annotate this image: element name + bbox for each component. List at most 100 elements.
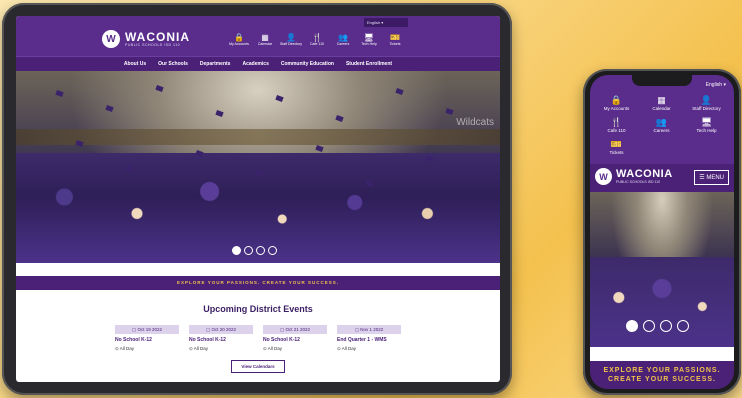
event-time-text: All Day — [193, 346, 209, 351]
district-logo[interactable]: W WACONIA PUBLIC SCHOOLS ISD 110 — [102, 30, 190, 48]
phone-logo-subtitle: PUBLIC SCHOOLS ISD 110 — [616, 180, 661, 184]
main-nav: About Us Our Schools Departments Academics C… — [16, 56, 500, 71]
quick-link-staff-directory[interactable]: 👤 Staff Directory — [278, 33, 304, 46]
phone-slide-dot-3[interactable] — [660, 320, 672, 332]
phone-quick-link-tickets[interactable]: 🎫 Tickets — [594, 139, 639, 161]
slide-dot-3[interactable] — [256, 246, 265, 255]
nav-item-student-enrollment[interactable]: Student Enrollment — [346, 61, 392, 67]
phone-quick-link-cafe-110[interactable]: 🍴 Cafe 110 — [594, 117, 639, 139]
phone-quick-link-label: Tech Help — [696, 128, 717, 133]
event-name[interactable]: End Quarter 1 - WMS — [337, 337, 401, 343]
site-header: English ▾ W WACONIA PUBLIC SCHOOLS ISD 1… — [16, 16, 500, 56]
logo-name: WACONIA — [125, 30, 190, 44]
menu-button[interactable]: ☰ MENU — [694, 170, 729, 185]
language-selector[interactable]: English ▾ — [364, 18, 408, 27]
person-icon: 👤 — [700, 95, 713, 105]
events-title: Upcoming District Events — [203, 304, 313, 314]
nav-item-community-education[interactable]: Community Education — [281, 61, 334, 67]
phone-divider — [590, 347, 734, 361]
event-name[interactable]: No School K-12 — [263, 337, 327, 343]
phone-slide-dots — [626, 320, 689, 332]
phone-quick-link-label: Cafe 110 — [607, 128, 626, 133]
people-plus-icon: 👥 — [655, 117, 668, 127]
event-name[interactable]: No School K-12 — [115, 337, 179, 343]
nav-item-academics[interactable]: Academics — [242, 61, 268, 67]
graduation-cap-icon — [75, 139, 84, 148]
people-plus-icon: 👥 — [338, 33, 348, 42]
slide-dot-1[interactable] — [232, 246, 241, 255]
phone-quick-link-careers[interactable]: 👥 Careers — [639, 117, 684, 139]
monitor-icon: 🖥 — [700, 117, 713, 127]
slide-dot-4[interactable] — [268, 246, 277, 255]
ticket-icon: 🎫 — [390, 33, 400, 42]
view-calendars-button[interactable]: View Calendars — [231, 360, 285, 373]
lock-icon: 🔒 — [234, 33, 244, 42]
phone-quick-links: 🔒 My Accounts ▦ Calendar 👤 Staff Directory 🍴 Ca… — [594, 95, 730, 161]
graduation-cap-icon — [215, 109, 224, 118]
phone-hero-graduates — [590, 257, 734, 347]
event-item[interactable]: ▢ Oct 20 2022 No School K-12 ⊙ All Day — [189, 325, 253, 352]
quick-link-label: Staff Directory — [279, 42, 303, 46]
tablet-device: English ▾ W WACONIA PUBLIC SCHOOLS ISD 1… — [2, 3, 512, 395]
phone-quick-link-calendar[interactable]: ▦ Calendar — [639, 95, 684, 117]
phone-tagline-line-2: CREATE YOUR SUCCESS. — [607, 376, 717, 383]
graduation-cap-icon — [315, 144, 324, 153]
event-date-text: Nov 1 2022 — [360, 327, 384, 332]
fork-knife-icon: 🍴 — [312, 33, 322, 42]
phone-logo[interactable]: W WACONIA PUBLIC SCHOOLS ISD 110 — [595, 168, 673, 185]
phone-notch — [632, 75, 692, 86]
quick-link-label: Careers — [336, 42, 350, 46]
graduation-cap-icon — [105, 104, 114, 113]
event-date-text: Oct 21 2022 — [285, 327, 311, 332]
phone-screen: English ▾ 🔒 My Accounts ▦ Calendar 👤 Staff Di… — [590, 75, 734, 389]
phone-slide-dot-2[interactable] — [643, 320, 655, 332]
event-item[interactable]: ▢ Nov 1 2022 End Quarter 1 - WMS ⊙ All Day — [337, 325, 401, 352]
graduation-cap-icon — [395, 87, 404, 96]
phone-language-selector[interactable]: English ▾ — [706, 82, 726, 88]
slide-dot-2[interactable] — [244, 246, 253, 255]
graduation-cap-icon — [335, 114, 344, 123]
phone-language-label: English — [705, 82, 723, 88]
phone-header: W WACONIA PUBLIC SCHOOLS ISD 110 ☰ MENU — [590, 164, 734, 192]
hero-watermark: Wildcats — [456, 117, 494, 128]
event-date: ▢ Oct 19 2022 — [115, 325, 179, 334]
phone-logo-name: WACONIA — [616, 168, 673, 180]
lock-icon: 🔒 — [610, 95, 623, 105]
hero-slideshow[interactable]: Wildcats — [16, 71, 500, 263]
nav-item-departments[interactable]: Departments — [200, 61, 231, 67]
event-date-text: Oct 19 2022 — [137, 327, 163, 332]
events-section: Upcoming District Events ▢ Oct 19 2022 No… — [16, 290, 500, 373]
event-date: ▢ Nov 1 2022 — [337, 325, 401, 334]
quick-link-label: Tickets — [389, 42, 401, 46]
monitor-icon: 🖥 — [363, 33, 375, 42]
logo-w-icon: W — [102, 30, 120, 48]
event-time-text: All Day — [267, 346, 283, 351]
phone-hero-slideshow[interactable] — [590, 192, 734, 347]
phone-quick-link-tech-help[interactable]: 🖥 Tech Help — [684, 117, 729, 139]
event-time-text: All Day — [341, 346, 357, 351]
graduation-cap-icon — [155, 84, 164, 93]
quick-link-calendar[interactable]: ▦ Calendar — [252, 33, 278, 46]
language-label: English — [367, 20, 381, 25]
quick-link-cafe-110[interactable]: 🍴 Cafe 110 — [304, 33, 330, 46]
quick-link-careers[interactable]: 👥 Careers — [330, 33, 356, 46]
phone-slide-dot-1[interactable] — [626, 320, 638, 332]
event-name[interactable]: No School K-12 — [189, 337, 253, 343]
graduation-cap-icon — [275, 94, 284, 103]
phone-quick-link-staff-directory[interactable]: 👤 Staff Directory — [684, 95, 729, 117]
quick-link-my-accounts[interactable]: 🔒 My Accounts — [226, 33, 252, 46]
phone-quick-link-my-accounts[interactable]: 🔒 My Accounts — [594, 95, 639, 117]
graduation-cap-icon — [55, 89, 64, 98]
phone-quick-link-label: My Accounts — [603, 106, 630, 111]
event-time-text: All Day — [119, 346, 135, 351]
event-item[interactable]: ▢ Oct 21 2022 No School K-12 ⊙ All Day — [263, 325, 327, 352]
quick-link-label: Cafe 110 — [310, 42, 324, 46]
events-list: ▢ Oct 19 2022 No School K-12 ⊙ All Day ▢ Oc… — [16, 325, 500, 352]
phone-slide-dot-4[interactable] — [677, 320, 689, 332]
nav-item-our-schools[interactable]: Our Schools — [158, 61, 188, 67]
nav-item-about-us[interactable]: About Us — [124, 61, 146, 67]
phone-quick-link-label: Calendar — [652, 106, 671, 111]
quick-link-tickets[interactable]: 🎫 Tickets — [382, 33, 408, 46]
event-item[interactable]: ▢ Oct 19 2022 No School K-12 ⊙ All Day — [115, 325, 179, 352]
quick-link-tech-help[interactable]: 🖥 Tech Help — [356, 33, 382, 46]
